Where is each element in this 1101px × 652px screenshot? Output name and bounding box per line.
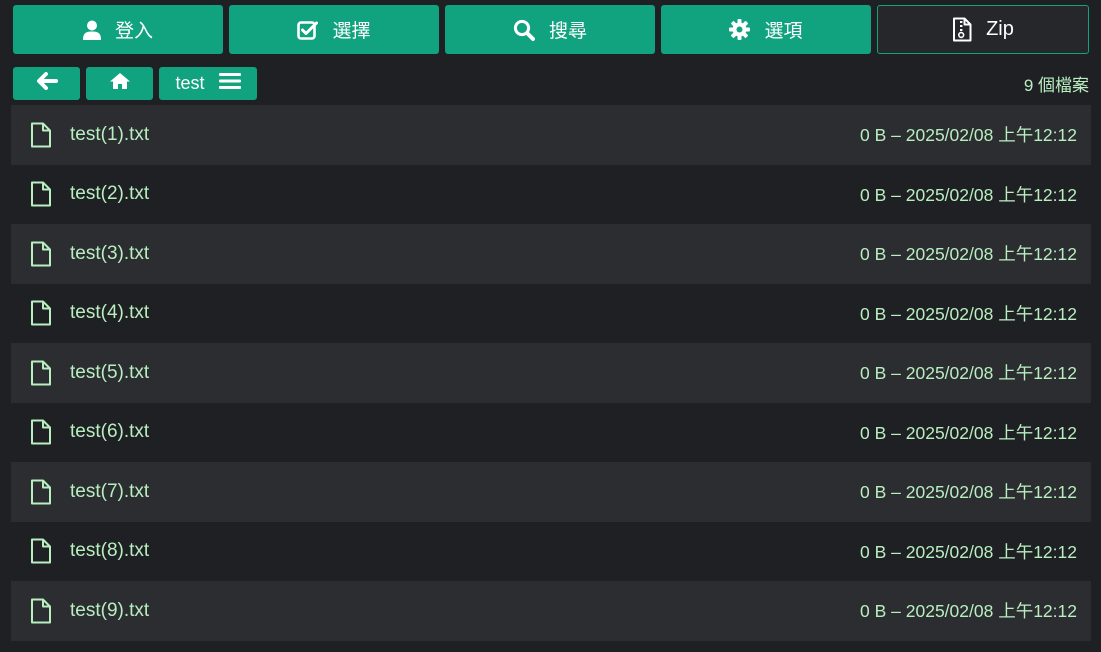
file-name[interactable]: test(8).txt [70, 540, 149, 562]
zip-label: Zip [986, 18, 1014, 40]
file-name[interactable]: test(4).txt [70, 302, 149, 324]
file-meta: 0 B – 2025/02/08 上午12:12 [860, 184, 1077, 205]
file-name[interactable]: test(6).txt [70, 421, 149, 443]
file-row[interactable]: test(2).txt 0 B – 2025/02/08 上午12:12 [11, 165, 1091, 225]
file-meta: 0 B – 2025/02/08 上午12:12 [860, 482, 1077, 503]
file-row[interactable]: test(5).txt 0 B – 2025/02/08 上午12:12 [11, 343, 1091, 403]
login-label: 登入 [114, 21, 153, 42]
file-row[interactable]: test(6).txt 0 B – 2025/02/08 上午12:12 [11, 403, 1091, 463]
file-icon [31, 300, 51, 326]
zip-button[interactable]: Zip [877, 5, 1089, 54]
search-label: 搜尋 [548, 21, 587, 42]
file-count: 9 個檔案 [1023, 76, 1089, 95]
file-row[interactable]: test(4).txt 0 B – 2025/02/08 上午12:12 [11, 284, 1091, 344]
file-row[interactable]: test(1).txt 0 B – 2025/02/08 上午12:12 [11, 105, 1091, 165]
navigation-bar: test 9 個檔案 [13, 67, 1089, 100]
select-label: 選擇 [332, 21, 371, 42]
select-button[interactable]: 選擇 [229, 5, 439, 54]
file-row[interactable]: test(8).txt 0 B – 2025/02/08 上午12:12 [11, 522, 1091, 582]
file-name[interactable]: test(5).txt [70, 362, 149, 384]
file-row[interactable]: test(3).txt 0 B – 2025/02/08 上午12:12 [11, 224, 1091, 284]
current-folder-label: test [175, 73, 205, 93]
file-meta: 0 B – 2025/02/08 上午12:12 [860, 601, 1077, 622]
file-meta: 0 B – 2025/02/08 上午12:12 [860, 363, 1077, 384]
toolbar: 登入 選擇 搜尋 選項 Zip [13, 5, 1089, 54]
file-list: test(1).txt 0 B – 2025/02/08 上午12:12 tes… [11, 105, 1091, 641]
options-label: 選項 [764, 21, 803, 42]
file-icon [31, 122, 51, 148]
arrow-left-icon [36, 72, 58, 95]
file-icon [31, 241, 51, 267]
file-meta: 0 B – 2025/02/08 上午12:12 [860, 244, 1077, 265]
file-name[interactable]: test(9).txt [70, 600, 149, 622]
file-name[interactable]: test(7).txt [70, 481, 149, 503]
file-name[interactable]: test(2).txt [70, 183, 149, 205]
checkbox-icon [297, 20, 319, 40]
file-icon [31, 360, 51, 386]
file-name[interactable]: test(3).txt [70, 243, 149, 265]
zip-file-icon [952, 17, 972, 42]
login-button[interactable]: 登入 [13, 5, 223, 54]
file-meta: 0 B – 2025/02/08 上午12:12 [860, 303, 1077, 324]
user-icon [82, 20, 101, 40]
file-icon [31, 181, 51, 207]
file-icon [31, 419, 51, 445]
file-name[interactable]: test(1).txt [70, 124, 149, 146]
search-icon [513, 19, 535, 41]
current-folder-button[interactable]: test [159, 67, 257, 100]
file-row[interactable]: test(9).txt 0 B – 2025/02/08 上午12:12 [11, 581, 1091, 641]
home-button[interactable] [86, 67, 153, 100]
menu-icon [218, 72, 241, 95]
options-button[interactable]: 選項 [661, 5, 871, 54]
home-icon [109, 72, 131, 95]
search-button[interactable]: 搜尋 [445, 5, 655, 54]
gear-icon [729, 19, 751, 40]
file-icon [31, 538, 51, 564]
file-meta: 0 B – 2025/02/08 上午12:12 [860, 422, 1077, 443]
file-row[interactable]: test(7).txt 0 B – 2025/02/08 上午12:12 [11, 462, 1091, 522]
file-meta: 0 B – 2025/02/08 上午12:12 [860, 541, 1077, 562]
file-meta: 0 B – 2025/02/08 上午12:12 [860, 125, 1077, 146]
file-icon [31, 479, 51, 505]
back-button[interactable] [13, 67, 80, 100]
file-icon [31, 598, 51, 624]
